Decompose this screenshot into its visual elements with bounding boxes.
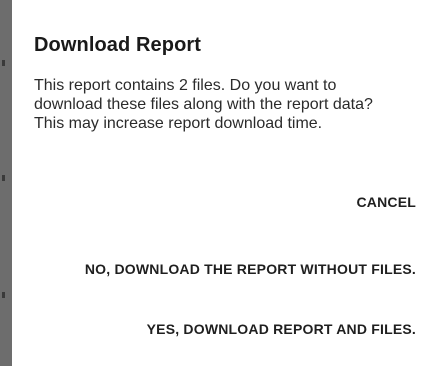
backdrop-tick-mark: [2, 175, 5, 181]
download-report-dialog: Download Report This report contains 2 f…: [12, 0, 443, 366]
backdrop-tick-mark: [2, 60, 5, 66]
download-without-files-button[interactable]: NO, DOWNLOAD THE REPORT WITHOUT FILES.: [85, 261, 416, 277]
backdrop-tick-mark: [2, 292, 5, 298]
download-with-files-button[interactable]: YES, DOWNLOAD REPORT AND FILES.: [147, 321, 416, 337]
dialog-actions: CANCEL NO, DOWNLOAD THE REPORT WITHOUT F…: [16, 0, 416, 366]
cancel-button[interactable]: CANCEL: [356, 194, 416, 210]
